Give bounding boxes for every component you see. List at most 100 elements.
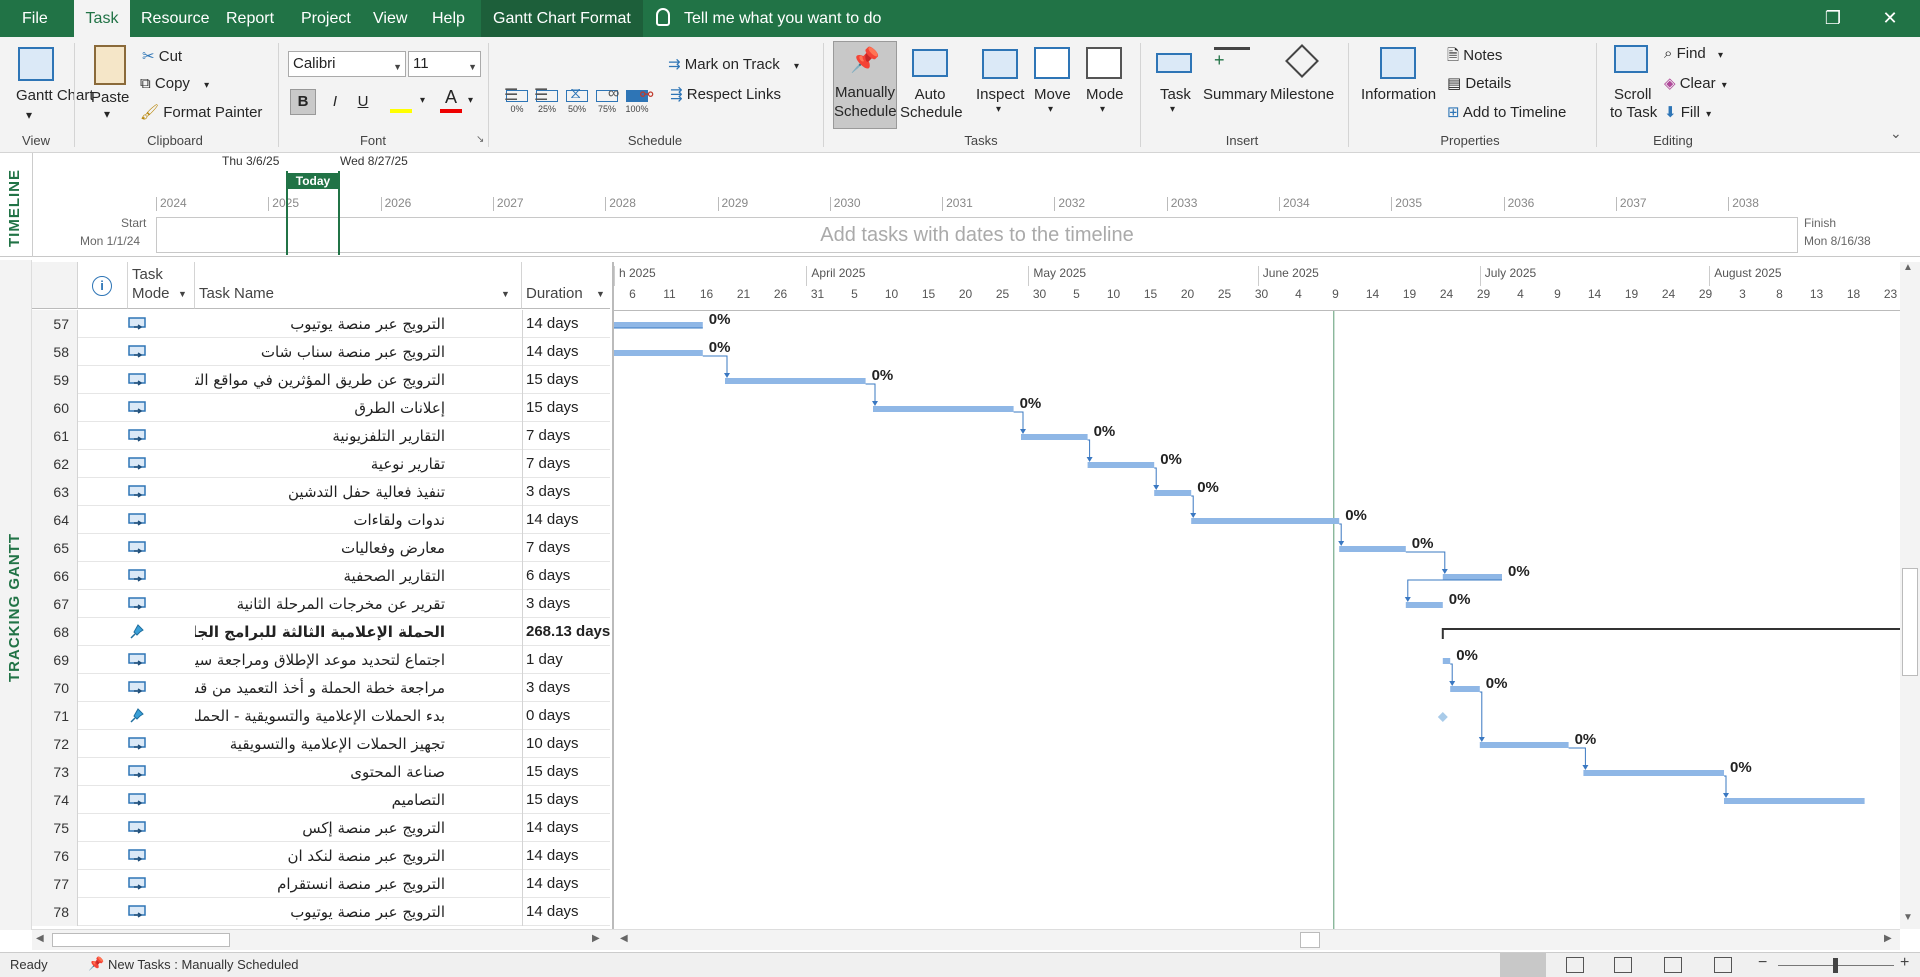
bold-button[interactable]: B <box>290 89 316 115</box>
tab-task[interactable]: Task <box>74 0 130 37</box>
duration-cell[interactable]: 14 days <box>522 338 610 366</box>
table-row[interactable]: 69 اجتماع لتحديد موعد الإطلاق ومراجعة سير… <box>32 646 610 674</box>
task-bar[interactable] <box>614 322 703 328</box>
table-row[interactable]: 75 الترويج عبر منصة إكس 14 days <box>32 814 610 842</box>
row-id[interactable]: 73 <box>32 758 78 786</box>
duration-cell[interactable]: 1 day <box>522 646 610 674</box>
duration-cell[interactable]: 7 days <box>522 534 610 562</box>
zoom-slider-thumb[interactable] <box>1833 958 1838 973</box>
task-name-cell[interactable]: تقرير عن مخرجات المرحلة الثانية <box>195 590 540 618</box>
duration-cell[interactable]: 3 days <box>522 674 610 702</box>
indicators-column-header[interactable]: i <box>78 262 128 309</box>
gantt-scroll-left-icon[interactable]: ◀ <box>620 933 628 944</box>
gantt-view-shortcut-icon[interactable] <box>1500 953 1546 977</box>
task-name-cell[interactable]: الترويج عبر منصة يوتيوب <box>195 310 540 338</box>
table-row[interactable]: 70 مراجعة خطة الحملة و أخذ التعميد من قسم… <box>32 674 610 702</box>
italic-button[interactable]: I <box>322 89 348 115</box>
scroll-up-icon[interactable]: ▲ <box>1903 262 1913 273</box>
task-name-cell[interactable]: ندوات ولقاءات <box>195 506 540 534</box>
task-name-cell[interactable]: التقارير الصحفية <box>195 562 540 590</box>
row-id[interactable]: 63 <box>32 478 78 506</box>
font-dialog-launcher-icon[interactable]: ↘ <box>476 134 484 145</box>
duration-cell[interactable]: 14 days <box>522 506 610 534</box>
task-bar[interactable] <box>1442 574 1502 580</box>
duration-cell[interactable]: 14 days <box>522 842 610 870</box>
task-name-cell[interactable]: مراجعة خطة الحملة و أخذ التعميد من قسم ا… <box>195 674 540 702</box>
row-id[interactable]: 75 <box>32 814 78 842</box>
table-row[interactable]: 76 الترويج عبر منصة لنكد ان 14 days <box>32 842 610 870</box>
fill-button[interactable]: ⬇ Fill ▾ <box>1664 103 1711 121</box>
row-id[interactable]: 67 <box>32 590 78 618</box>
row-id[interactable]: 70 <box>32 674 78 702</box>
outdent-icon[interactable]: ☰ <box>504 85 518 105</box>
task-name-cell[interactable]: الترويج عبر منصة انستقرام <box>195 870 540 898</box>
table-row[interactable]: 57 الترويج عبر منصة يوتيوب 14 days <box>32 310 610 338</box>
font-color-icon[interactable]: A <box>440 87 462 113</box>
task-name-cell[interactable]: الترويج عبر منصة إكس <box>195 814 540 842</box>
copy-button[interactable]: ⧉ Copy ▾ <box>140 75 209 92</box>
vertical-scroll-thumb[interactable] <box>1902 568 1918 676</box>
team-planner-view-icon[interactable] <box>1614 957 1632 973</box>
task-bar[interactable] <box>1021 434 1088 440</box>
table-row[interactable]: 67 تقرير عن مخرجات المرحلة الثانية 3 days <box>32 590 610 618</box>
row-id[interactable]: 71 <box>32 702 78 730</box>
gantt-horizontal-scroll-thumb[interactable] <box>1300 932 1320 948</box>
task-usage-view-icon[interactable] <box>1566 957 1584 973</box>
task-bar[interactable] <box>725 378 866 384</box>
gantt-scroll-right-icon[interactable]: ▶ <box>1884 933 1892 944</box>
insert-summary-button[interactable]: Summary <box>1203 86 1267 103</box>
grid-horizontal-scroll-thumb[interactable] <box>52 933 230 947</box>
tell-me-search[interactable]: Tell me what you want to do <box>656 0 881 37</box>
row-id[interactable]: 69 <box>32 646 78 674</box>
duration-cell[interactable]: 15 days <box>522 366 610 394</box>
tab-file[interactable]: File <box>22 0 72 37</box>
task-bar[interactable] <box>1191 518 1340 524</box>
tab-gantt-chart-format[interactable]: Gantt Chart Format <box>481 0 643 37</box>
manually-schedule-button[interactable]: 📌 Manually Schedule <box>833 41 897 129</box>
task-name-cell[interactable]: معارض وفعاليات <box>195 534 540 562</box>
duration-cell[interactable]: 15 days <box>522 394 610 422</box>
information-button[interactable]: Information <box>1361 86 1436 103</box>
font-size-select[interactable]: 11 ▼ <box>408 51 481 77</box>
task-bar[interactable] <box>1405 602 1443 608</box>
duration-cell[interactable]: 6 days <box>522 562 610 590</box>
task-mode-column-header[interactable]: Task Mode ▼ <box>128 262 195 309</box>
notes-button[interactable]: 🗎 Notes <box>1447 45 1502 70</box>
task-name-cell[interactable]: الترويج عبر منصة لنكد ان <box>195 842 540 870</box>
row-id[interactable]: 62 <box>32 450 78 478</box>
table-row[interactable]: 60 إعلانات الطرق 15 days <box>32 394 610 422</box>
duration-cell[interactable]: 3 days <box>522 478 610 506</box>
duration-cell[interactable]: 10 days <box>522 730 610 758</box>
duration-cell[interactable]: 14 days <box>522 870 610 898</box>
timeline-bar[interactable]: Add tasks with dates to the timeline <box>156 217 1798 253</box>
table-row[interactable]: 66 التقارير الصحفية 6 days <box>32 562 610 590</box>
table-row[interactable]: 59 الترويج عن طريق المؤثرين في مواقع التو… <box>32 366 610 394</box>
table-row[interactable]: 64 ندوات ولقاءات 14 days <box>32 506 610 534</box>
task-bar[interactable] <box>1583 770 1724 776</box>
status-new-tasks[interactable]: New Tasks : Manually Scheduled <box>108 957 299 972</box>
duration-cell[interactable]: 7 days <box>522 450 610 478</box>
report-view-icon[interactable] <box>1714 957 1732 973</box>
find-button[interactable]: ⌕ Find ▾ <box>1664 45 1723 62</box>
row-id[interactable]: 59 <box>32 366 78 394</box>
insert-milestone-button[interactable]: Milestone <box>1270 86 1334 103</box>
move-button[interactable]: Move <box>1034 86 1071 103</box>
task-bar[interactable] <box>1339 546 1406 552</box>
task-bar[interactable] <box>1154 490 1192 496</box>
task-name-cell[interactable]: بدء الحملات الإعلامية والتسويقية - الحمل… <box>195 702 540 730</box>
task-bar[interactable] <box>1450 686 1480 692</box>
tab-view[interactable]: View <box>373 0 407 37</box>
row-id[interactable]: 78 <box>32 898 78 926</box>
split-task-icon[interactable]: ⧖ <box>570 85 581 103</box>
tab-project[interactable]: Project <box>301 0 351 37</box>
duration-cell[interactable]: 3 days <box>522 590 610 618</box>
task-bar[interactable] <box>614 350 703 356</box>
task-name-cell[interactable]: صناعة المحتوى <box>195 758 540 786</box>
add-to-timeline-button[interactable]: ⊞ Add to Timeline <box>1447 103 1566 121</box>
task-name-cell[interactable]: تنفيذ فعالية حفل التدشين <box>195 478 540 506</box>
link-tasks-icon[interactable]: ∞ <box>608 85 619 103</box>
task-bar[interactable] <box>1724 798 1865 804</box>
tab-resource[interactable]: Resource <box>141 0 209 37</box>
table-row[interactable]: 62 تقارير نوعية 7 days <box>32 450 610 478</box>
row-id[interactable]: 58 <box>32 338 78 366</box>
